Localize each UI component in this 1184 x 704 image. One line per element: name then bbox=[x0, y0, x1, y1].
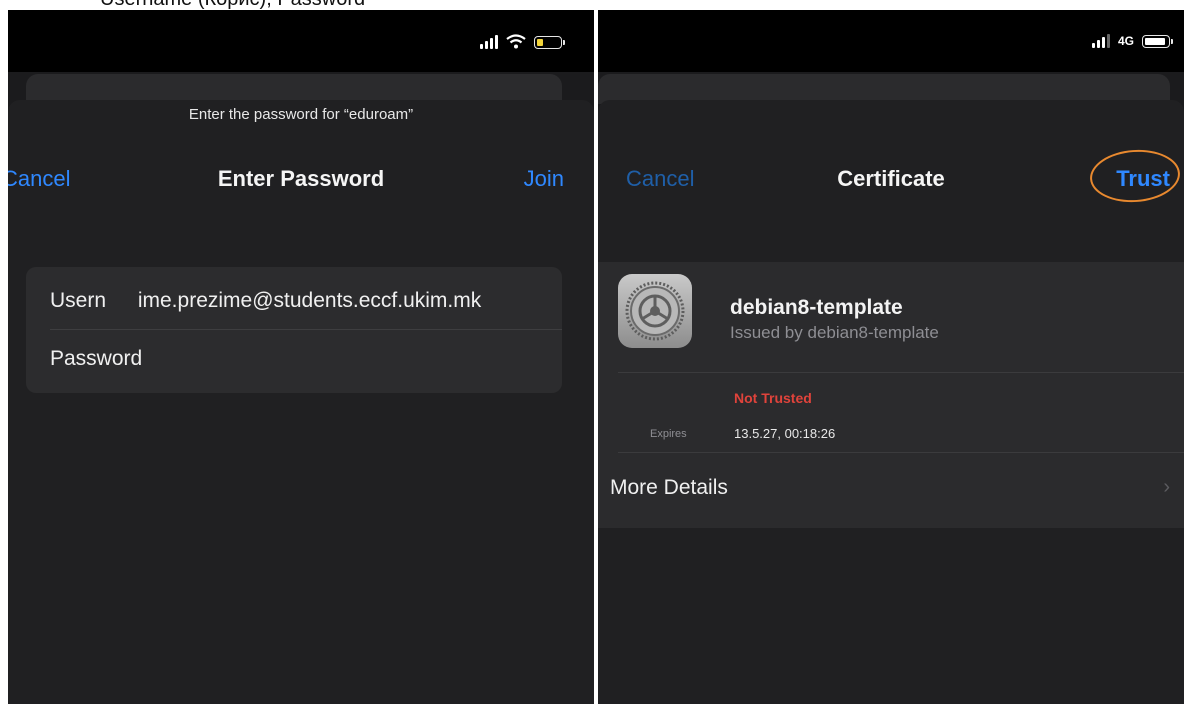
separator bbox=[618, 372, 1184, 373]
status-bar: 4G bbox=[598, 10, 1184, 72]
trust-status: Not Trusted bbox=[734, 390, 812, 406]
battery-icon bbox=[1142, 35, 1173, 48]
row-divider bbox=[50, 329, 562, 330]
certificate-issuer: Issued by debian8-template bbox=[730, 323, 939, 342]
more-details-link[interactable]: More Details bbox=[610, 476, 728, 500]
password-row[interactable]: Password bbox=[50, 346, 540, 372]
chevron-right-icon: › bbox=[1163, 476, 1170, 498]
status-bar bbox=[8, 10, 594, 72]
password-field[interactable] bbox=[175, 346, 540, 372]
network-prompt: Enter the password for “eduroam” bbox=[188, 106, 414, 123]
battery-fill bbox=[537, 39, 543, 46]
battery-fill bbox=[1145, 38, 1165, 45]
separator bbox=[618, 452, 1184, 453]
wifi-icon bbox=[506, 34, 526, 49]
expires-label: Expires bbox=[650, 428, 687, 440]
settings-gear-icon bbox=[618, 274, 692, 348]
caption-text: Username (Корис), Password bbox=[100, 0, 365, 10]
certificate-screen: 4G Cancel Certificate Trust debian8-temp… bbox=[598, 10, 1184, 704]
cellular-signal-icon bbox=[480, 35, 498, 49]
cellular-signal-icon bbox=[1091, 34, 1110, 48]
page-title: Enter Password bbox=[217, 166, 385, 191]
username-label: Usern bbox=[50, 289, 107, 312]
join-button[interactable]: Join bbox=[524, 166, 564, 192]
certificate-name: debian8-template bbox=[730, 296, 903, 319]
page-title: Certificate bbox=[837, 166, 945, 191]
username-field[interactable] bbox=[135, 288, 560, 314]
password-screen: Enter the password for “eduroam” Cancel … bbox=[8, 10, 594, 704]
username-row[interactable]: Usern bbox=[50, 288, 560, 314]
trust-button[interactable]: Trust bbox=[1116, 166, 1170, 192]
battery-icon bbox=[534, 36, 565, 49]
network-type-label: 4G bbox=[1117, 34, 1134, 48]
password-label: Password bbox=[50, 347, 143, 370]
expires-value: 13.5.27, 00:18:26 bbox=[734, 426, 836, 441]
credentials-form: Usern Password bbox=[26, 267, 562, 393]
